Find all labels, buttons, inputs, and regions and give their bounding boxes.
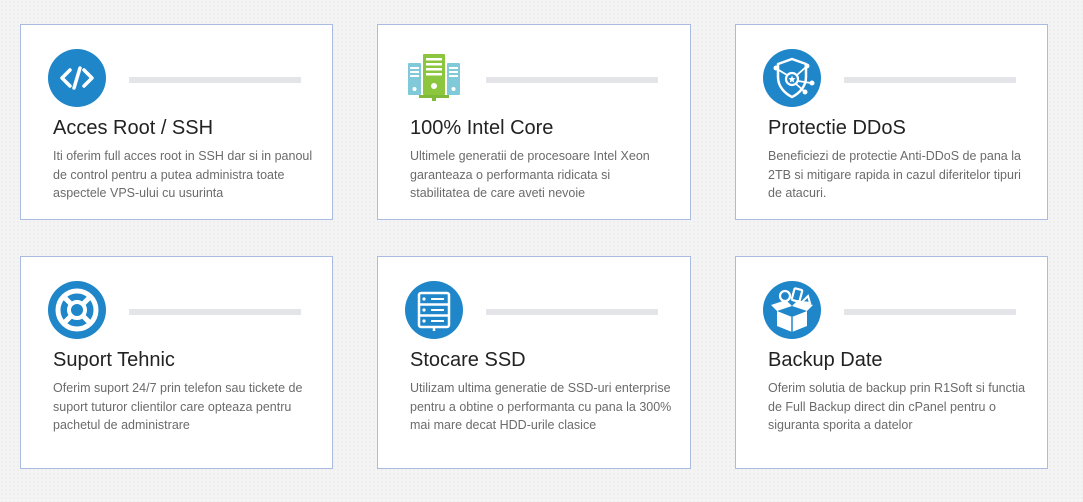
decorative-bar: [129, 309, 301, 315]
feature-description: Oferim suport 24/7 prin telefon sau tick…: [53, 381, 303, 432]
decorative-bar: [844, 77, 1016, 83]
feature-description: Beneficiezi de protectie Anti-DDoS de pa…: [768, 149, 1021, 200]
feature-description: Ultimele generatii de procesoare Intel X…: [410, 149, 650, 200]
decorative-bar: [129, 77, 301, 83]
server-towers-icon: [405, 49, 463, 107]
feature-card-root-ssh: Acces Root / SSH Iti oferim full acces r…: [20, 24, 333, 220]
feature-title: Acces Root / SSH: [53, 117, 214, 139]
code-icon: [48, 49, 106, 107]
lifebuoy-icon: [48, 281, 106, 339]
decorative-bar: [486, 77, 658, 83]
feature-title: Stocare SSD: [410, 349, 526, 371]
feature-description: Iti oferim full acces root in SSH dar si…: [53, 149, 313, 200]
feature-description: Oferim solutia de backup prin R1Soft si …: [768, 381, 1026, 432]
feature-title: Protectie DDoS: [768, 117, 906, 139]
decorative-bar: [486, 309, 658, 315]
feature-title: Suport Tehnic: [53, 349, 175, 371]
feature-card-ddos: Protectie DDoS Beneficiezi de protectie …: [735, 24, 1048, 220]
feature-title: 100% Intel Core: [410, 117, 554, 139]
features-grid: Acces Root / SSH Iti oferim full acces r…: [20, 24, 1048, 469]
storage-rack-icon: [405, 281, 463, 339]
shield-network-icon: [763, 49, 821, 107]
feature-card-backup: Backup Date Oferim solutia de backup pri…: [735, 256, 1048, 469]
feature-card-ssd: Stocare SSD Utilizam ultima generatie de…: [377, 256, 691, 469]
feature-description: Utilizam ultima generatie de SSD-uri ent…: [410, 381, 672, 432]
backup-box-icon: [763, 281, 821, 339]
decorative-bar: [844, 309, 1016, 315]
feature-card-intel-core: 100% Intel Core Ultimele generatii de pr…: [377, 24, 691, 220]
feature-title: Backup Date: [768, 349, 883, 371]
feature-card-support: Suport Tehnic Oferim suport 24/7 prin te…: [20, 256, 333, 469]
